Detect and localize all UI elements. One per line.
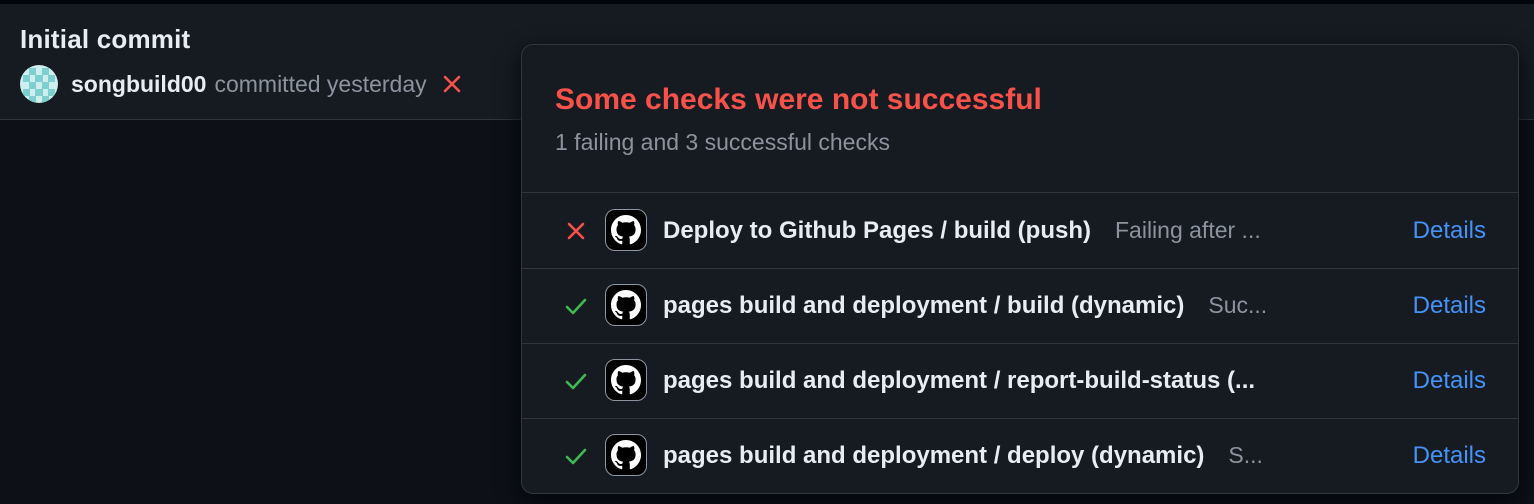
commit-title[interactable]: Initial commit [20,24,190,55]
checks-summary-title: Some checks were not successful [555,83,1042,116]
github-icon [605,209,647,251]
checks-summary-subtitle: 1 failing and 3 successful checks [555,129,890,155]
commit-timestamp: committed yesterday [214,70,427,97]
github-icon [605,284,647,326]
commit-meta: songbuild00 committed yesterday [20,65,463,103]
check-description: Suc... [1208,292,1268,318]
github-icon [605,434,647,476]
x-icon [563,218,589,244]
checks-popover-header: Some checks were not successful 1 failin… [522,45,1518,193]
check-description: S... [1228,442,1263,468]
check-description: Failing after ... [1115,217,1261,243]
details-link[interactable]: Details [1413,418,1486,493]
x-icon[interactable] [441,73,463,95]
check-row: pages build and deployment / report-buil… [522,343,1518,419]
details-link[interactable]: Details [1413,268,1486,343]
check-name: pages build and deployment / report-buil… [663,366,1256,394]
details-link[interactable]: Details [1413,193,1486,268]
check-icon [563,368,589,394]
github-icon [605,359,647,401]
details-link[interactable]: Details [1413,343,1486,418]
check-icon [563,293,589,319]
check-name: Deploy to Github Pages / build (push) [663,216,1091,244]
commit-author[interactable]: songbuild00 [71,71,206,98]
check-icon [563,443,589,469]
check-name: pages build and deployment / deploy (dyn… [663,441,1205,469]
checks-popover: Some checks were not successful 1 failin… [521,44,1519,494]
check-row: pages build and deployment / deploy (dyn… [522,418,1518,493]
check-name: pages build and deployment / build (dyna… [663,291,1185,319]
avatar[interactable] [20,65,58,103]
check-row: Deploy to Github Pages / build (push) Fa… [522,193,1518,269]
check-row: pages build and deployment / build (dyna… [522,268,1518,344]
